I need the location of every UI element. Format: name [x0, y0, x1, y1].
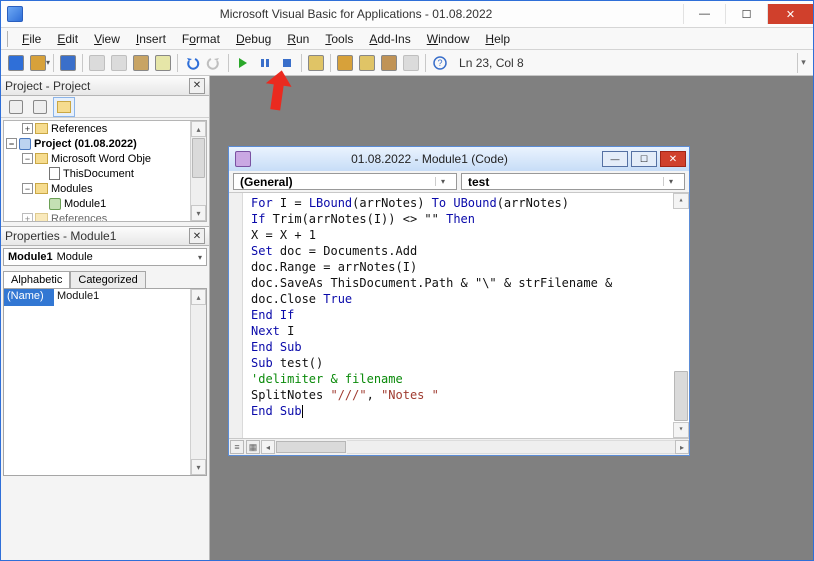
properties-grid[interactable]: (Name) Module1 ▴▾ — [3, 288, 207, 476]
tree-node-thisdocument[interactable]: ThisDocument — [4, 166, 206, 181]
properties-scrollbar[interactable]: ▴▾ — [190, 289, 206, 475]
redo-icon[interactable] — [203, 52, 225, 74]
object-browser-icon[interactable] — [378, 52, 400, 74]
undo-icon[interactable] — [181, 52, 203, 74]
word-icon[interactable] — [5, 52, 27, 74]
maximize-button[interactable]: ☐ — [725, 4, 767, 24]
full-module-view-icon[interactable]: ▦ — [246, 440, 260, 454]
property-row-name[interactable]: (Name) Module1 — [4, 289, 206, 306]
menu-file[interactable]: File — [15, 30, 48, 48]
app-titlebar: Microsoft Visual Basic for Applications … — [1, 1, 813, 28]
menu-help[interactable]: Help — [478, 30, 517, 48]
code-window-minimize[interactable]: — — [602, 151, 628, 167]
project-toolbar — [1, 96, 209, 118]
design-mode-icon[interactable] — [305, 52, 327, 74]
tree-node-references[interactable]: +References — [4, 121, 206, 136]
tree-node-references2[interactable]: +References — [4, 211, 206, 222]
tree-node-modules[interactable]: −Modules — [4, 181, 206, 196]
menu-tools[interactable]: Tools — [318, 30, 360, 48]
tree-node-module1[interactable]: Module1 — [4, 196, 206, 211]
project-scrollbar[interactable]: ▴▾ — [190, 121, 206, 221]
properties-object-combo[interactable]: Module1Module ▾ — [3, 248, 207, 266]
property-name-label: (Name) — [4, 289, 54, 306]
code-window-maximize[interactable]: ☐ — [631, 151, 657, 167]
properties-panel-header: Properties - Module1 ✕ — [1, 226, 209, 246]
menu-addins[interactable]: Add-Ins — [362, 30, 417, 48]
code-window-title: 01.08.2022 - Module1 (Code) — [257, 152, 602, 166]
properties-panel-close[interactable]: ✕ — [189, 228, 205, 244]
properties-window-icon[interactable] — [356, 52, 378, 74]
cut-icon[interactable] — [86, 52, 108, 74]
tab-alphabetic[interactable]: Alphabetic — [3, 271, 70, 289]
cursor-position: Ln 23, Col 8 — [459, 56, 524, 70]
tab-categorized[interactable]: Categorized — [70, 271, 145, 289]
menu-format[interactable]: Format — [175, 30, 227, 48]
properties-panel-title: Properties - Module1 — [5, 229, 116, 243]
standard-toolbar: ▾ ? Ln 23, Col 8 ▾ — [1, 50, 813, 76]
copy-icon[interactable] — [108, 52, 130, 74]
menu-debug[interactable]: Debug — [229, 30, 278, 48]
menu-run[interactable]: Run — [280, 30, 316, 48]
toggle-folders-icon[interactable] — [53, 97, 75, 117]
view-object-icon[interactable] — [29, 97, 51, 117]
procedure-view-icon[interactable]: ≡ — [230, 440, 244, 454]
toolbox-icon[interactable] — [400, 52, 422, 74]
code-gutter — [229, 193, 243, 438]
minimize-button[interactable]: — — [683, 4, 725, 24]
menu-edit[interactable]: Edit — [50, 30, 85, 48]
view-code-icon[interactable] — [5, 97, 27, 117]
find-icon[interactable] — [152, 52, 174, 74]
module-icon — [235, 151, 251, 167]
code-window: 01.08.2022 - Module1 (Code) — ☐ ✕ (Gener… — [228, 146, 690, 456]
menu-view[interactable]: View — [87, 30, 127, 48]
project-panel-title: Project - Project — [5, 79, 90, 93]
tree-node-word-objects[interactable]: −Microsoft Word Obje — [4, 151, 206, 166]
code-editor[interactable]: For I = LBound(arrNotes) To UBound(arrNo… — [229, 193, 689, 439]
mdi-client: 01.08.2022 - Module1 (Code) — ☐ ✕ (Gener… — [210, 76, 813, 560]
save-icon[interactable] — [57, 52, 79, 74]
code-window-titlebar[interactable]: 01.08.2022 - Module1 (Code) — ☐ ✕ — [229, 147, 689, 171]
code-window-statusbar: ≡ ▦ ◂▸ — [229, 439, 689, 455]
code-window-close[interactable]: ✕ — [660, 151, 686, 167]
run-icon[interactable] — [232, 52, 254, 74]
property-name-value[interactable]: Module1 — [54, 289, 206, 306]
toolbar-overflow[interactable]: ▾ — [797, 53, 809, 73]
paste-icon[interactable] — [130, 52, 152, 74]
project-tree[interactable]: +References −Project (01.08.2022) −Micro… — [3, 120, 207, 222]
code-hscrollbar[interactable]: ◂▸ — [261, 440, 689, 454]
menu-grip[interactable] — [7, 31, 11, 47]
svg-text:?: ? — [438, 58, 443, 68]
properties-tabs: Alphabetic Categorized — [3, 270, 207, 288]
app-title: Microsoft Visual Basic for Applications … — [29, 7, 683, 21]
help-icon[interactable]: ? — [429, 52, 451, 74]
procedure-dropdown[interactable]: test▾ — [461, 173, 685, 190]
tree-node-project[interactable]: −Project (01.08.2022) — [4, 136, 206, 151]
object-dropdown[interactable]: (General)▾ — [233, 173, 457, 190]
text-caret — [302, 405, 303, 418]
code-vscrollbar[interactable]: ▴▾ — [673, 193, 689, 438]
menu-insert[interactable]: Insert — [129, 30, 173, 48]
menu-window[interactable]: Window — [420, 30, 477, 48]
project-panel-close[interactable]: ✕ — [189, 78, 205, 94]
menu-bar: File Edit View Insert Format Debug Run T… — [1, 28, 813, 50]
app-icon — [7, 6, 23, 22]
project-explorer-icon[interactable] — [334, 52, 356, 74]
close-button[interactable]: ✕ — [767, 4, 813, 24]
project-panel-header: Project - Project ✕ — [1, 76, 209, 96]
